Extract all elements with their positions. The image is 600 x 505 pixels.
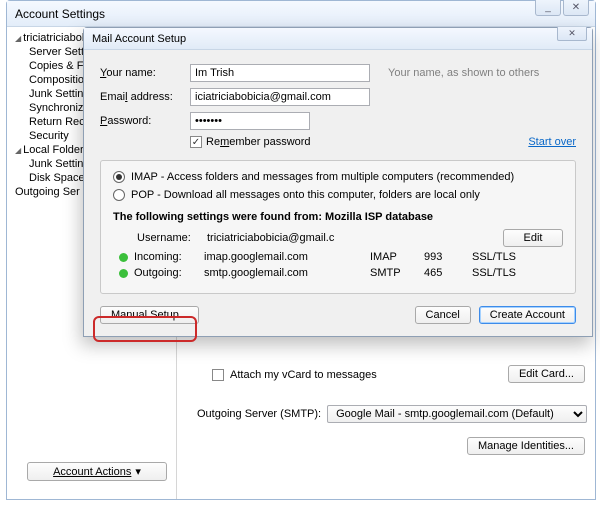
account-settings-title: Account Settings	[15, 7, 105, 21]
mail-account-setup-dialog: Mail Account Setup ✕ Your name: Your nam…	[83, 27, 593, 337]
smtp-label: Outgoing Server (SMTP):	[197, 408, 321, 420]
dialog-title: Mail Account Setup	[92, 33, 186, 45]
outgoing-label: Outgoing:	[134, 267, 198, 279]
your-name-field[interactable]	[190, 64, 370, 82]
password-field[interactable]	[190, 112, 310, 130]
email-label: Email address:	[100, 91, 190, 103]
username-label: Username:	[137, 232, 201, 244]
pop-radio[interactable]	[113, 189, 125, 201]
protocol-box: IMAP - Access folders and messages from …	[100, 160, 576, 294]
manual-setup-button[interactable]: Manual Setup...	[100, 306, 199, 324]
outgoing-proto: SMTP	[370, 267, 418, 279]
close-button[interactable]: ✕	[563, 0, 589, 16]
outgoing-security: SSL/TLS	[472, 267, 516, 279]
minimize-button[interactable]: _	[535, 0, 561, 16]
incoming-label: Incoming:	[134, 251, 198, 263]
password-label: Password:	[100, 115, 190, 127]
your-name-label: Your name:	[100, 67, 190, 79]
settings-found-label: The following settings were found from: …	[113, 211, 563, 223]
username-value: triciatriciabobicia@gmail.c	[207, 232, 367, 244]
remember-password-label: Remember password	[206, 136, 311, 148]
start-over-link[interactable]: Start over	[528, 136, 576, 148]
status-dot-icon	[119, 253, 128, 262]
attach-vcard-label: Attach my vCard to messages	[230, 369, 377, 381]
edit-card-button[interactable]: Edit Card...	[508, 365, 585, 383]
dialog-titlebar: Mail Account Setup ✕	[84, 28, 592, 50]
outgoing-port: 465	[424, 267, 466, 279]
incoming-proto: IMAP	[370, 251, 418, 263]
email-field[interactable]	[190, 88, 370, 106]
outgoing-host: smtp.googlemail.com	[204, 267, 364, 279]
your-name-hint: Your name, as shown to others	[388, 67, 539, 79]
manage-identities-button[interactable]: Manage Identities...	[467, 437, 585, 455]
status-dot-icon	[119, 269, 128, 278]
edit-button[interactable]: Edit	[503, 229, 563, 247]
account-actions-button[interactable]: Account Actions ▾	[27, 462, 167, 481]
dropdown-icon: ▾	[135, 465, 141, 478]
smtp-select[interactable]: Google Mail - smtp.googlemail.com (Defau…	[327, 405, 587, 423]
incoming-host: imap.googlemail.com	[204, 251, 364, 263]
incoming-port: 993	[424, 251, 466, 263]
pop-label: POP - Download all messages onto this co…	[131, 189, 480, 201]
create-account-button[interactable]: Create Account	[479, 306, 576, 324]
remember-password-checkbox[interactable]: ✓	[190, 136, 202, 148]
dialog-close-button[interactable]: ✕	[557, 27, 587, 41]
attach-vcard-checkbox[interactable]	[212, 369, 224, 381]
account-settings-titlebar: Account Settings _ ✕	[7, 1, 595, 27]
cancel-button[interactable]: Cancel	[415, 306, 471, 324]
incoming-security: SSL/TLS	[472, 251, 516, 263]
imap-label: IMAP - Access folders and messages from …	[131, 171, 514, 183]
imap-radio[interactable]	[113, 171, 125, 183]
